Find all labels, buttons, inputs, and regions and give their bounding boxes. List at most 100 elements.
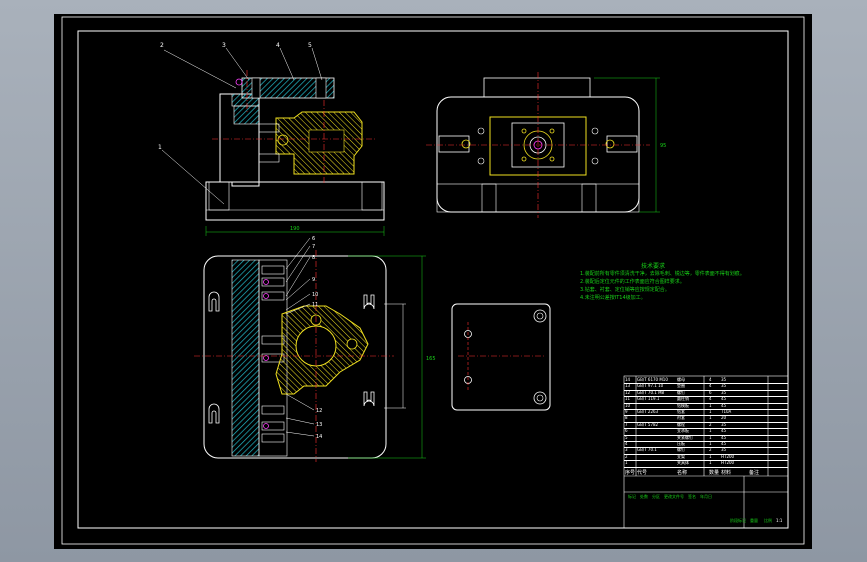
parts-list-cell: 5 xyxy=(625,434,628,440)
parts-list-cell: HT200 xyxy=(721,460,735,466)
parts-list-cell: 2 xyxy=(709,447,712,453)
drill-plate-view xyxy=(451,303,551,411)
parts-list-header-cell: 序号 xyxy=(625,469,636,476)
parts-list-cell: 2 xyxy=(625,453,628,459)
parts-list-cell: 夹紧螺钉 xyxy=(677,434,693,440)
parts-list-cell: 4 xyxy=(709,383,712,389)
parts-list-cell: 1 xyxy=(709,453,712,459)
parts-list-cell: 螺栓 xyxy=(677,421,685,427)
parts-list-cell: 45 xyxy=(721,441,727,446)
parts-list-cell: 4 xyxy=(709,377,712,382)
parts-list-header-cell: 名称 xyxy=(677,469,688,476)
parts-list-cell: 20 xyxy=(721,415,727,421)
parts-list-cell: 10 xyxy=(625,402,631,408)
parts-list-cell: 35 xyxy=(721,383,727,389)
parts-list-cell: 1 xyxy=(709,434,712,440)
parts-list-cell: 35 xyxy=(721,447,727,453)
parts-list-cell: 35 xyxy=(721,389,727,395)
tb-scale-label: 比例 xyxy=(764,518,772,523)
note-line: 1.装配前所有零件须清洗干净，去除毛刺、锐边等，零件表面不得有划痕。 xyxy=(580,271,745,277)
parts-list-cell: 8 xyxy=(625,415,628,421)
parts-list-cell: 35 xyxy=(721,377,727,382)
balloon-14: 14 xyxy=(316,434,322,440)
parts-list-cell: 螺钉 xyxy=(677,389,685,395)
parts-list-cell: 3 xyxy=(625,447,628,453)
parts-list-cell: 11 xyxy=(625,396,631,402)
balloon-12: 12 xyxy=(316,408,322,414)
title-block-bottom: 标记 处数 分区 更改文件号 签名 年月日 阶段标记 重量 比例 1:1 xyxy=(626,494,786,526)
tb-sign: 签名 xyxy=(688,494,696,499)
parts-list: 14 GB/T 6170 M10 螺母 4 35 13 GB/T 97.1 10 垫圈 4 35 1… xyxy=(624,377,788,477)
parts-list-cell: 45 xyxy=(721,396,727,402)
parts-list-cell: GB/T 70.1 xyxy=(637,447,657,453)
parts-list-header-cell: 材料 xyxy=(721,469,732,476)
parts-list-cell: 6 xyxy=(709,389,712,395)
parts-list-cell: 垫圈 xyxy=(677,383,685,389)
parts-list-cell: GB/T 119.1 xyxy=(637,396,660,402)
parts-list-cell: 螺钉 xyxy=(677,447,685,453)
parts-list-cell: 14 xyxy=(625,377,631,382)
parts-list-cell: 45 xyxy=(721,402,727,408)
balloon-4: 4 xyxy=(276,42,280,49)
parts-list-cell: 1 xyxy=(709,402,712,408)
parts-list-cell: 圆柱销 xyxy=(677,396,689,402)
balloon-10: 10 xyxy=(312,292,318,298)
parts-list-cell: 钻套 xyxy=(677,409,685,414)
note-line: 4.未注明公差按IT14级加工。 xyxy=(580,295,646,301)
parts-list-cell: 1 xyxy=(709,409,712,414)
parts-list-cell: 支承板 xyxy=(677,428,689,434)
parts-list-cell: 12 xyxy=(625,389,631,395)
tb-scale: 1:1 xyxy=(776,518,783,523)
parts-list-cell: HT200 xyxy=(721,453,735,459)
parts-list-header-cell: 备注 xyxy=(749,469,760,476)
parts-list-header: 序号 代号 名称 数量 材料 备注 xyxy=(624,469,788,477)
parts-list-cell: GB/T 6170 M10 xyxy=(637,377,668,382)
balloon-2: 2 xyxy=(160,42,164,49)
balloon-11: 11 xyxy=(312,302,318,308)
parts-list-cell: GB/T 70.1 M8 xyxy=(637,389,665,395)
tb-stage: 阶段标记 xyxy=(730,518,746,523)
balloon-5: 5 xyxy=(308,42,312,49)
parts-list-cell: 支架 xyxy=(677,453,685,459)
balloon-8: 8 xyxy=(312,255,315,261)
parts-list-cell: 35 xyxy=(721,421,727,427)
side-view xyxy=(426,72,660,218)
balloon-1: 1 xyxy=(158,144,162,151)
parts-list-cell: T10A xyxy=(721,409,732,414)
balloon-9: 9 xyxy=(312,277,315,283)
parts-list-cell: 9 xyxy=(625,409,628,414)
parts-list-cell: 2 xyxy=(709,421,712,427)
tb-mark: 标记 xyxy=(628,494,636,499)
tb-change: 更改文件号 xyxy=(664,494,684,499)
parts-list-cell: 1 xyxy=(709,415,712,421)
balloon-6: 6 xyxy=(312,236,315,242)
parts-list-cell: 衬套 xyxy=(677,415,685,421)
parts-list-cell: GB/T 2263 xyxy=(637,409,659,414)
parts-list-cell: 1 xyxy=(709,441,712,446)
parts-list-row: 1 夹具体 1 HT200 xyxy=(624,460,788,468)
parts-list-cell: 夹具体 xyxy=(677,460,689,466)
parts-list-cell: 13 xyxy=(625,383,631,389)
cad-viewport[interactable]: 2 3 4 5 1 190 95 6 7 8 9 10 11 12 13 14 … xyxy=(0,0,867,562)
parts-list-cell: 4 xyxy=(709,396,712,402)
note-line: 2.装配后定位元件的工作表面应符合图样要求。 xyxy=(580,279,685,285)
balloon-13: 13 xyxy=(316,422,322,428)
parts-list-cell: 螺母 xyxy=(677,377,685,382)
parts-list-cell: 1 xyxy=(709,460,712,466)
parts-list-cell: 压板 xyxy=(677,441,685,446)
parts-list-cell: GB/T 5782 xyxy=(637,421,659,427)
parts-list-cell: 4 xyxy=(625,441,628,446)
parts-list-cell: 45 xyxy=(721,428,727,434)
parts-list-cell: 6 xyxy=(625,428,628,434)
balloon-3: 3 xyxy=(222,42,226,49)
parts-list-cell: 1 xyxy=(709,428,712,434)
drawing-canvas[interactable]: 2 3 4 5 1 190 95 6 7 8 9 10 11 12 13 14 … xyxy=(54,14,812,549)
dim-height-side: 95 xyxy=(660,143,666,149)
parts-list-cell: 钻模板 xyxy=(677,402,689,408)
note-line: 3.钻套、衬套、定位销等应按规定配合。 xyxy=(580,287,670,293)
notes-title: 技术要求 xyxy=(641,263,666,270)
dim-plan-side: 165 xyxy=(426,356,436,362)
tb-weight: 重量 xyxy=(750,518,758,523)
tb-zone: 分区 xyxy=(652,494,660,499)
tb-count: 处数 xyxy=(640,494,648,499)
